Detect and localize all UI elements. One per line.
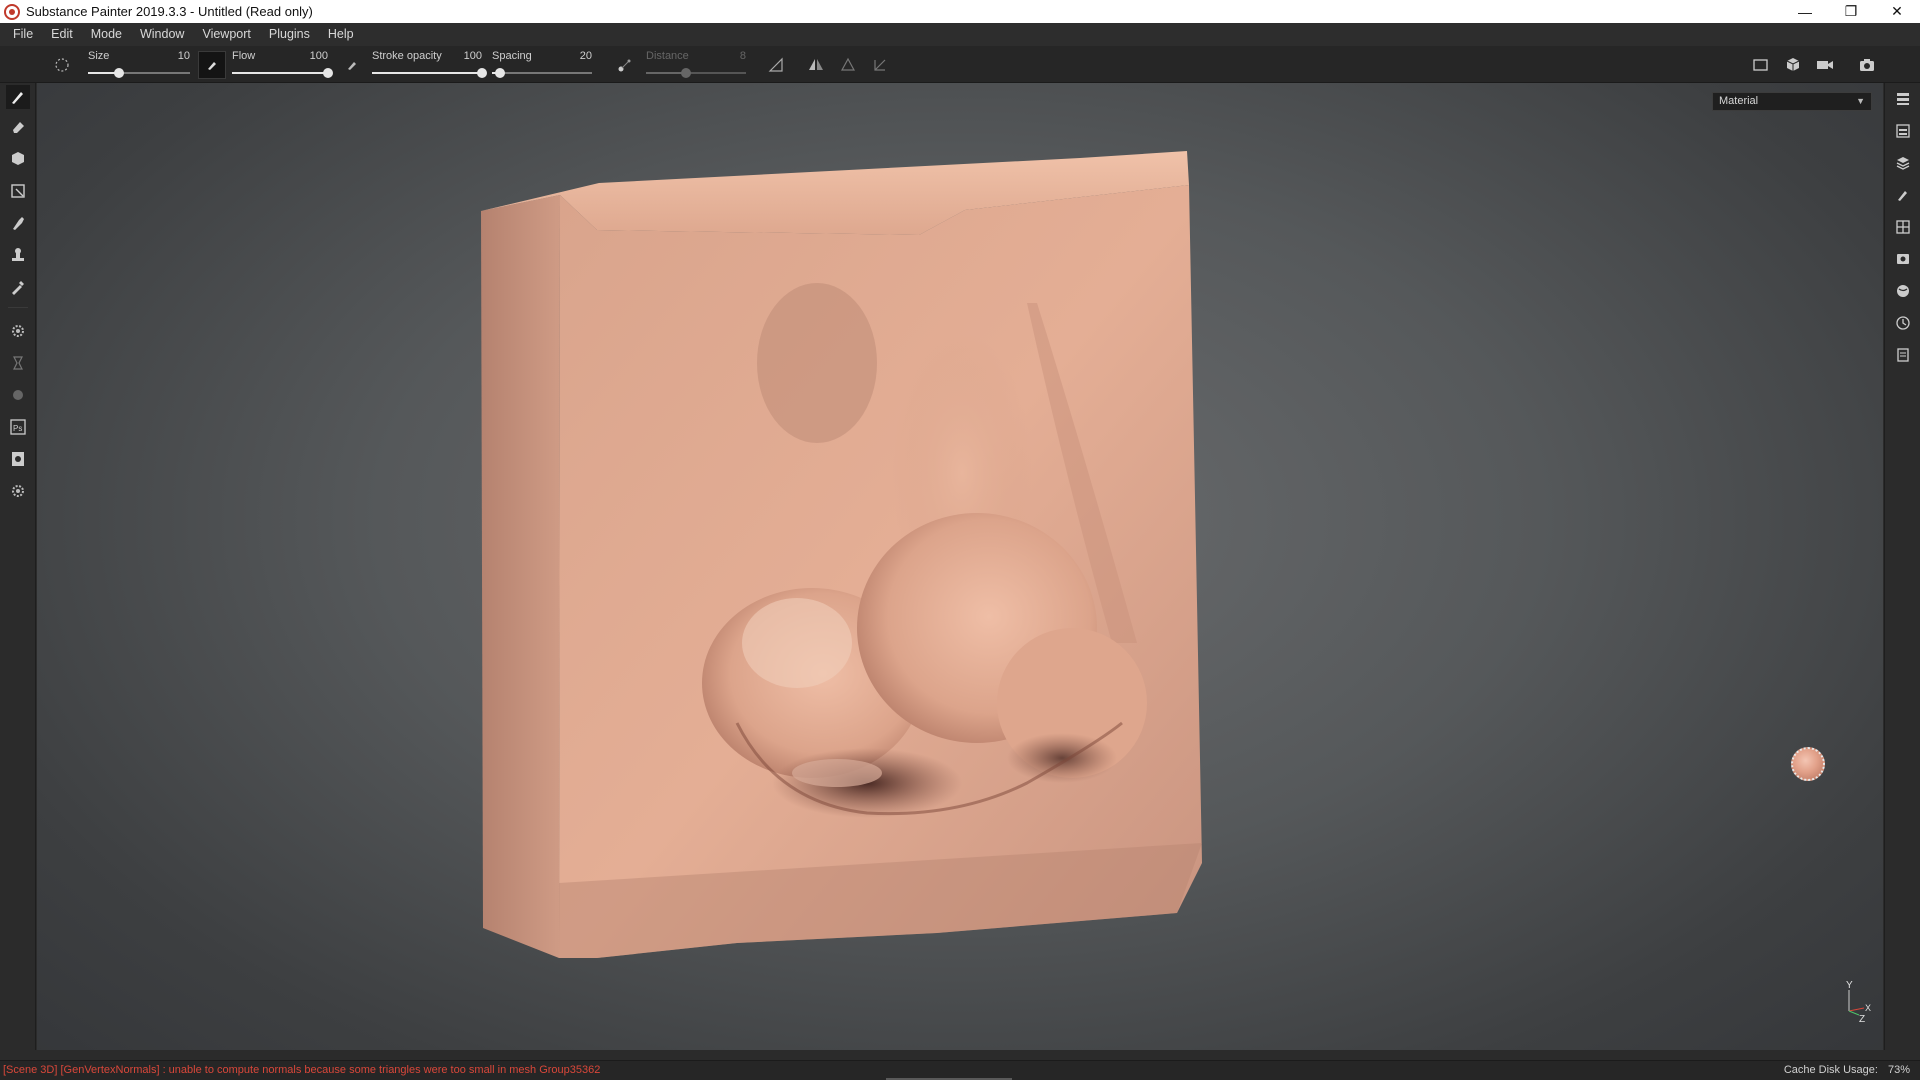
photoshop-icon[interactable]: Ps — [6, 415, 30, 439]
spacing-value[interactable]: 20 — [580, 50, 592, 62]
size-value[interactable]: 10 — [178, 50, 190, 62]
title-bar: Substance Painter 2019.3.3 - Untitled (R… — [0, 0, 1920, 23]
size-slider[interactable]: Size 10 — [88, 46, 190, 83]
axis-y-label: Y — [1846, 980, 1853, 991]
menu-file[interactable]: File — [4, 23, 42, 46]
minimize-icon[interactable]: — — [1782, 0, 1828, 23]
cache-value: 73% — [1887, 1064, 1910, 1076]
cache-label: Cache Disk Usage: — [1783, 1064, 1878, 1076]
flow-slider-handle[interactable] — [323, 68, 333, 78]
axis-x-label: X — [1865, 1003, 1871, 1013]
menu-plugins[interactable]: Plugins — [260, 23, 319, 46]
menu-edit[interactable]: Edit — [42, 23, 82, 46]
axis-z-label: Z — [1859, 1014, 1865, 1023]
stroke-opacity-label: Stroke opacity — [372, 50, 442, 62]
menu-window[interactable]: Window — [131, 23, 193, 46]
menu-mode[interactable]: Mode — [82, 23, 131, 46]
close-icon[interactable]: ✕ — [1874, 0, 1920, 23]
log-icon[interactable] — [1893, 345, 1913, 365]
shelf-icon[interactable] — [1893, 281, 1913, 301]
spacing-slider[interactable]: Spacing 20 — [492, 46, 592, 83]
paint-brush-icon[interactable] — [6, 85, 30, 109]
cross-symmetry-icon[interactable] — [838, 55, 858, 75]
distance-slider-handle — [681, 68, 691, 78]
restore-icon[interactable]: ❐ — [1828, 0, 1874, 23]
3d-view-icon[interactable] — [1783, 55, 1803, 75]
3d-viewport[interactable]: Material ▼ Y X Z — [37, 83, 1883, 1050]
nose-mesh-model[interactable] — [37, 83, 1883, 1050]
spacing-slider-handle[interactable] — [495, 68, 505, 78]
menu-bar: File Edit Mode Window Viewport Plugins H… — [0, 23, 1920, 46]
window-title: Substance Painter 2019.3.3 - Untitled (R… — [26, 4, 313, 19]
left-toolbar: Ps — [0, 83, 36, 1050]
clone-stamp-icon[interactable] — [6, 243, 30, 267]
history-icon[interactable] — [1893, 313, 1913, 333]
camera-icon[interactable] — [1815, 55, 1835, 75]
display-settings-icon[interactable] — [1893, 217, 1913, 237]
axis-gizmo: Y X Z — [1846, 980, 1871, 1023]
plugin-settings-icon[interactable] — [6, 479, 30, 503]
2d-view-icon[interactable] — [1751, 55, 1771, 75]
mirror-symmetry-icon[interactable] — [806, 55, 826, 75]
bake-icon[interactable] — [6, 351, 30, 375]
brush-preset-swatch[interactable] — [198, 51, 226, 79]
stroke-opacity-value[interactable]: 100 — [464, 50, 482, 62]
window-controls: — ❐ ✕ — [1782, 0, 1920, 23]
status-bar: [Scene 3D] [GenVertexNormals] : unable t… — [0, 1060, 1920, 1080]
stroke-opacity-slider-handle[interactable] — [477, 68, 487, 78]
right-dock — [1884, 83, 1920, 1050]
polygon-fill-icon[interactable] — [6, 179, 30, 203]
texture-set-icon[interactable] — [1893, 121, 1913, 141]
channel-select[interactable]: Material ▼ — [1712, 92, 1872, 111]
viewer-settings-icon[interactable] — [1893, 249, 1913, 269]
smudge-icon[interactable] — [6, 211, 30, 235]
svg-text:Ps: Ps — [13, 424, 22, 433]
lazy-mouse-icon[interactable] — [615, 55, 635, 75]
layers-list-icon[interactable] — [1893, 89, 1913, 109]
iray-icon[interactable] — [6, 383, 30, 407]
pressure-brush-icon[interactable] — [342, 55, 362, 75]
tool-options-bar: Size 10 Flow 100 Stroke opacity 100 Spac… — [0, 46, 1920, 83]
flow-label: Flow — [232, 50, 256, 62]
substance-painter-logo-icon — [4, 3, 20, 20]
layers-icon[interactable] — [1893, 153, 1913, 173]
distance-slider[interactable]: Distance 8 — [646, 46, 746, 83]
menu-viewport[interactable]: Viewport — [193, 23, 259, 46]
symmetry-dropdown-icon[interactable] — [766, 55, 786, 75]
eraser-icon[interactable] — [6, 115, 30, 139]
spacing-label: Spacing — [492, 50, 532, 62]
settings-icon[interactable] — [6, 319, 30, 343]
color-picker-icon[interactable] — [6, 275, 30, 299]
flow-value[interactable]: 100 — [310, 50, 328, 62]
flow-slider[interactable]: Flow 100 — [232, 46, 333, 83]
distance-value: 8 — [739, 50, 746, 62]
chevron-down-icon: ▼ — [1856, 96, 1865, 106]
cache-disk-usage: Cache Disk Usage: 73% — [1774, 1064, 1910, 1076]
menu-help[interactable]: Help — [319, 23, 363, 46]
size-slider-handle[interactable] — [113, 68, 124, 78]
screenshot-icon[interactable] — [1857, 55, 1877, 75]
transform-icon[interactable] — [870, 55, 890, 75]
properties-icon[interactable] — [1893, 185, 1913, 205]
projection-icon[interactable] — [6, 147, 30, 171]
size-label: Size — [88, 50, 110, 62]
distance-label: Distance — [646, 50, 689, 62]
channel-select-value: Material — [1719, 95, 1759, 107]
export-icon[interactable] — [6, 447, 30, 471]
stroke-opacity-slider[interactable]: Stroke opacity 100 — [372, 46, 487, 83]
environment-light-ball[interactable] — [1791, 747, 1825, 781]
brush-alpha-icon[interactable] — [52, 55, 72, 75]
status-error-message[interactable]: [Scene 3D] [GenVertexNormals] : unable t… — [3, 1064, 600, 1076]
